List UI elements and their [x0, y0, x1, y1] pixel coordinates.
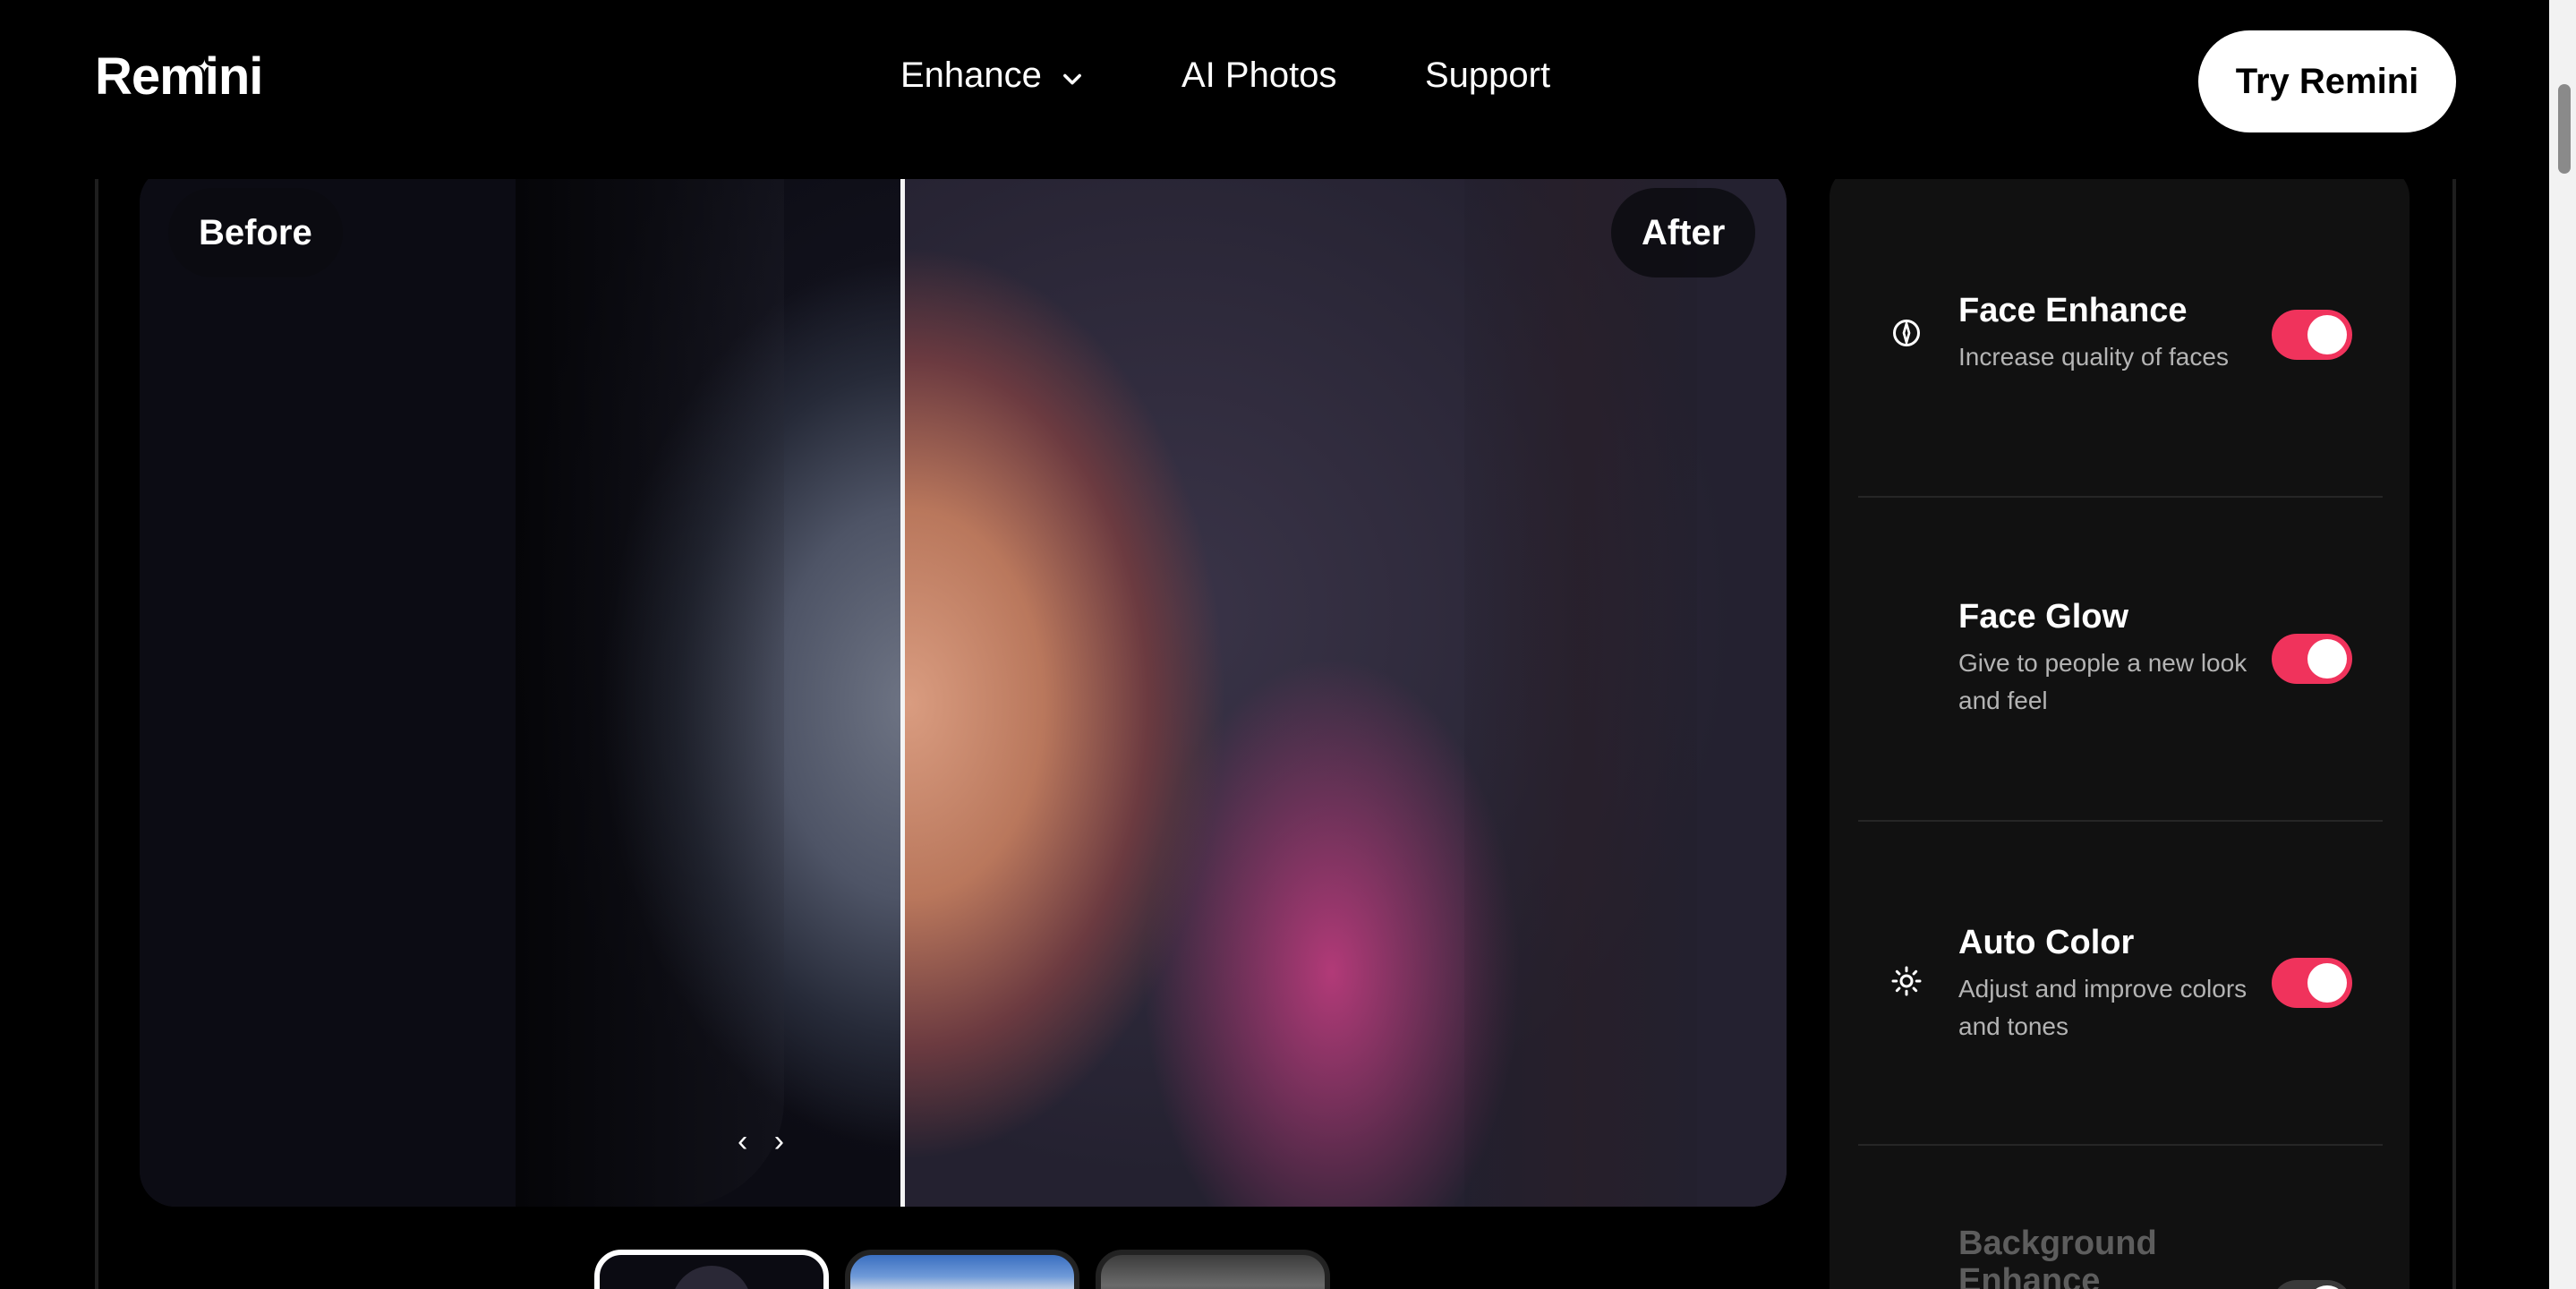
nav-enhance[interactable]: Enhance [900, 55, 1042, 96]
scrollbar-thumb[interactable] [2558, 84, 2571, 174]
feature-title: Auto Color [1958, 924, 2135, 961]
after-hair-shading [1464, 166, 1697, 1207]
logo-sparkle-icon: ✦ [197, 57, 212, 77]
before-hair-shading [516, 166, 784, 1207]
feature-panel: Face Enhance Increase quality of faces F… [1830, 166, 2410, 1289]
remini-logo[interactable]: Remini [95, 47, 263, 107]
before-label: Before [168, 188, 343, 277]
sample-thumbnail-landscape[interactable] [845, 1250, 1079, 1289]
feature-description: Give to people a new look and feel [1958, 649, 2248, 714]
chevron-down-icon[interactable] [1060, 66, 1085, 91]
sample-thumbnail-bw[interactable] [1096, 1250, 1330, 1289]
feature-description: Increase quality of faces [1958, 343, 2229, 371]
feature-separator [1858, 1144, 2383, 1146]
frame-divider-right [2452, 179, 2456, 1289]
try-remini-button[interactable]: Try Remini [2198, 30, 2456, 132]
slider-handle-arrows-icon[interactable]: ‹ › [738, 1124, 793, 1159]
nav-support[interactable]: Support [1425, 55, 1550, 96]
face-enhance-icon [1893, 319, 1920, 347]
feature-description: Adjust and improve colors and tones [1958, 975, 2248, 1040]
nav-ai-photos[interactable]: AI Photos [1181, 55, 1336, 96]
face-enhance-toggle[interactable] [2272, 310, 2352, 360]
before-after-comparison[interactable] [140, 166, 1787, 1207]
sun-icon [1891, 966, 1922, 996]
feature-title: Background Enhance [1958, 1225, 2157, 1289]
site-header: Remini ✦ Enhance AI Photos Support Try R… [0, 0, 2549, 179]
sample-thumbnail-portrait[interactable] [594, 1250, 829, 1289]
comparison-slider-line[interactable] [900, 166, 905, 1207]
frame-divider-left [95, 179, 98, 1289]
feature-separator [1858, 496, 2383, 498]
feature-title: Face Glow [1958, 598, 2129, 636]
background-enhance-toggle[interactable] [2272, 1280, 2352, 1289]
feature-title: Face Enhance [1958, 292, 2188, 329]
after-label: After [1611, 188, 1756, 277]
feature-separator [1858, 820, 2383, 822]
face-glow-toggle[interactable] [2272, 634, 2352, 684]
auto-color-toggle[interactable] [2272, 958, 2352, 1008]
page-scrollbar[interactable] [2549, 0, 2576, 1289]
